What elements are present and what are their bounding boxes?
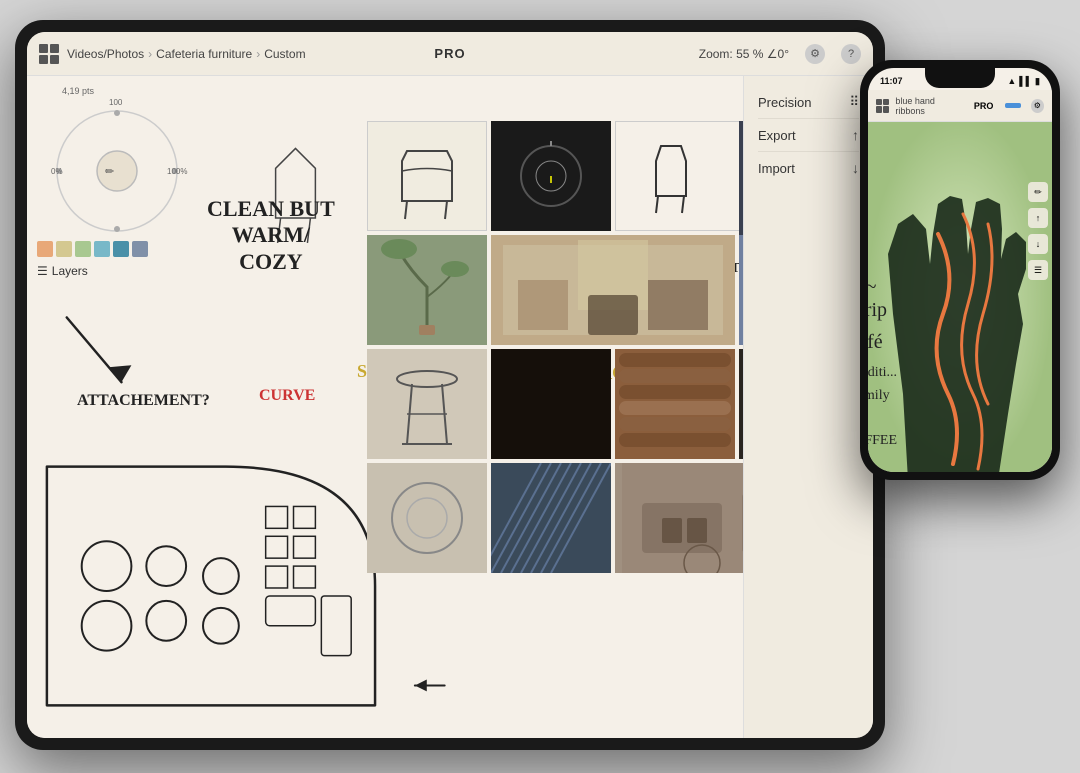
phone-progress-bar xyxy=(1005,103,1020,108)
phone-tool-1[interactable]: ✏ xyxy=(1028,182,1048,202)
moodboard xyxy=(367,121,743,681)
svg-text:100: 100 xyxy=(109,98,123,107)
layers-icon: ☰ xyxy=(37,264,48,278)
battery-icon: ▮ xyxy=(1035,76,1040,87)
color-swatch-2[interactable] xyxy=(56,241,72,257)
mood-img-wood xyxy=(615,349,735,459)
phone-pro-badge: PRO xyxy=(974,101,994,111)
color-swatch-1[interactable] xyxy=(37,241,53,257)
phone-grid-icon[interactable] xyxy=(876,99,889,113)
breadcrumb-item-1[interactable]: Videos/Photos xyxy=(67,47,144,61)
phone-breadcrumb[interactable]: blue hand ribbons xyxy=(895,96,963,116)
mood-img-bar-chair xyxy=(367,349,487,459)
color-swatch-3[interactable] xyxy=(75,241,91,257)
phone-tool-2[interactable]: ↑ xyxy=(1028,208,1048,228)
export-button[interactable]: Export ↑ xyxy=(758,119,859,152)
color-swatch-4[interactable] xyxy=(94,241,110,257)
color-palette xyxy=(37,241,148,257)
tablet-device: Videos/Photos › Cafeteria furniture › Cu… xyxy=(15,20,885,750)
precision-icon: ⠿ xyxy=(849,94,859,110)
import-label: Import xyxy=(758,161,795,176)
mood-img-lamp xyxy=(491,121,611,231)
phone-tool-4[interactable]: ☰ xyxy=(1028,260,1048,280)
pro-badge: PRO xyxy=(434,46,465,61)
zoom-label: Zoom: 55 % ∠0° xyxy=(699,47,789,61)
phone-tool-3[interactable]: ↓ xyxy=(1028,234,1048,254)
layers-button[interactable]: ☰ Layers xyxy=(37,264,88,278)
phone-device: 11:07 ▲ ▌▌ ▮ blue hand ribbons PRO xyxy=(860,60,1060,480)
grip-text: ~~ grip xyxy=(868,276,887,322)
mood-img-bottom-1 xyxy=(367,463,487,573)
breadcrumb-item-2[interactable]: Cafeteria furniture xyxy=(156,47,252,61)
mood-img-chair-1 xyxy=(367,121,487,231)
right-panel: Precision ⠿ Export ↑ Import ↓ xyxy=(743,76,873,738)
import-button[interactable]: Import ↓ xyxy=(758,152,859,184)
text-clean-warm: CLEAN BUTWARM/COZY xyxy=(207,196,335,275)
svg-text:0%: 0% xyxy=(51,167,63,176)
breadcrumb: Videos/Photos › Cafeteria furniture › Cu… xyxy=(67,47,306,61)
gear-icon[interactable]: ⚙ xyxy=(805,44,825,64)
breadcrumb-sep-2: › xyxy=(256,47,260,61)
cafe-notes: Café · traditi... · family · COFFEE xyxy=(868,326,897,452)
tablet-screen: Videos/Photos › Cafeteria furniture › Cu… xyxy=(27,32,873,738)
cafe-title: Café xyxy=(868,326,897,358)
cafe-list-2: · family xyxy=(868,385,897,407)
svg-text:100%: 100% xyxy=(167,167,187,176)
mood-img-lines xyxy=(491,463,611,573)
cafe-list-3: · COFFEE xyxy=(868,407,897,452)
scene: Videos/Photos › Cafeteria furniture › Cu… xyxy=(0,0,1080,773)
phone-gear-icon[interactable]: ⚙ xyxy=(1031,99,1044,113)
phone-screen: 11:07 ▲ ▌▌ ▮ blue hand ribbons PRO xyxy=(868,68,1052,472)
phone-right-tools: ✏ ↑ ↓ ☰ xyxy=(1028,182,1048,280)
mood-img-plant xyxy=(367,235,487,345)
top-bar-left: Videos/Photos › Cafeteria furniture › Cu… xyxy=(39,44,434,64)
phone-status-bar: 11:07 ▲ ▌▌ ▮ xyxy=(868,68,1052,90)
cafe-list-1: · traditi... xyxy=(868,362,897,384)
breadcrumb-sep-1: › xyxy=(148,47,152,61)
export-icon: ↑ xyxy=(852,127,859,143)
mood-img-dark-cafe2 xyxy=(491,349,611,459)
precision-label: Precision xyxy=(758,95,811,110)
phone-top-bar: blue hand ribbons PRO ⚙ xyxy=(868,90,1052,122)
help-icon[interactable]: ? xyxy=(841,44,861,64)
top-bar-right: Zoom: 55 % ∠0° ⚙ ? xyxy=(466,44,861,64)
text-curve: CURVE xyxy=(259,386,315,405)
wifi-icon: ▲ xyxy=(1007,76,1016,86)
mood-img-chairs-2 xyxy=(615,121,743,231)
export-label: Export xyxy=(758,128,796,143)
import-icon: ↓ xyxy=(852,160,859,176)
svg-text:✏: ✏ xyxy=(105,166,115,178)
breadcrumb-item-3[interactable]: Custom xyxy=(264,47,305,61)
grid-icon[interactable] xyxy=(39,44,59,64)
phone-status-icons: ▲ ▌▌ ▮ xyxy=(1007,76,1040,87)
color-swatch-5[interactable] xyxy=(113,241,129,257)
tool-wheel[interactable]: 4,19 pts ✏ 100 0% 100% xyxy=(37,91,197,251)
canvas-area[interactable]: 4,19 pts ✏ 100 0% 100% xyxy=(27,76,743,738)
layers-label: Layers xyxy=(52,264,88,278)
signal-icon: ▌▌ xyxy=(1019,76,1032,86)
mood-img-floor-cafe xyxy=(615,463,743,573)
phone-time: 11:07 xyxy=(880,76,903,86)
text-attachement: ATTACHEMENT? xyxy=(77,391,210,410)
color-swatch-6[interactable] xyxy=(132,241,148,257)
tablet-top-bar: Videos/Photos › Cafeteria furniture › Cu… xyxy=(27,32,873,76)
precision-button[interactable]: Precision ⠿ xyxy=(758,86,859,119)
mood-img-cafe xyxy=(491,235,735,345)
